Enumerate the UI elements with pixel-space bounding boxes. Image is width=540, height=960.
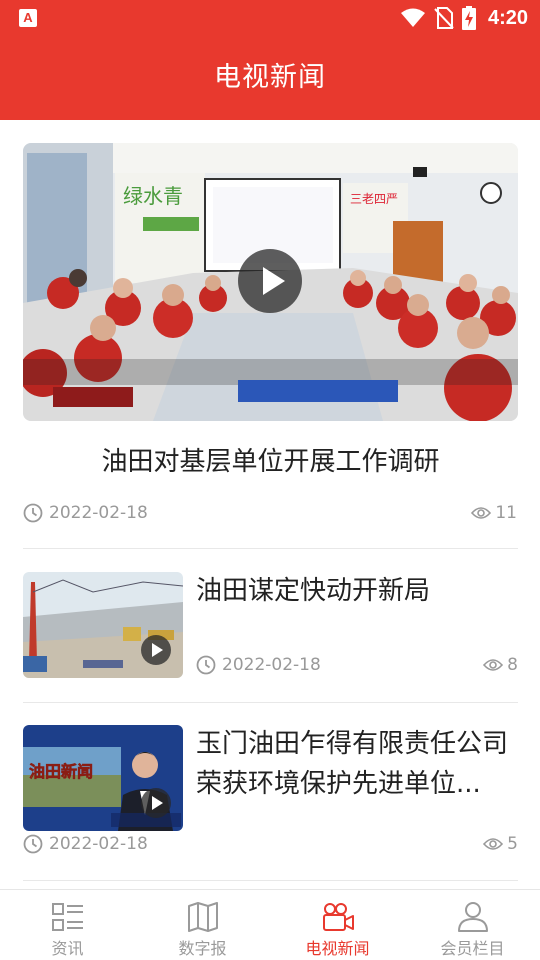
eye-icon xyxy=(483,838,504,850)
news-item-views-count: 8 xyxy=(507,655,518,675)
tab-member[interactable]: 会员栏目 xyxy=(405,890,540,960)
news-item-thumbnail[interactable]: 油田新闻 xyxy=(23,725,183,831)
eye-icon xyxy=(471,507,492,519)
news-item-title[interactable]: 玉门油田乍得有限责任公司荣获环境保护先进单位... xyxy=(196,724,518,804)
featured-views: 11 xyxy=(471,503,517,523)
divider xyxy=(23,548,518,549)
svg-text:三老四严: 三老四严 xyxy=(350,192,398,206)
news-item[interactable]: 油田谋定快动开新局 2022-02-18 8 xyxy=(23,572,518,680)
user-icon xyxy=(457,902,488,932)
news-item-views: 8 xyxy=(483,655,518,675)
tab-tv-news[interactable]: 电视新闻 xyxy=(270,890,405,960)
tab-label: 会员栏目 xyxy=(440,939,505,958)
clock: 4:20 xyxy=(487,6,528,29)
svg-text:绿水青: 绿水青 xyxy=(123,184,183,208)
clock-icon xyxy=(23,834,43,854)
list-icon xyxy=(51,903,83,931)
featured-views-count: 11 xyxy=(495,503,517,523)
news-item-thumbnail[interactable] xyxy=(23,572,183,678)
tab-label: 资讯 xyxy=(51,939,84,958)
app-bar: 电视新闻 xyxy=(0,36,540,120)
news-item-views: 5 xyxy=(483,834,518,854)
featured-date-text: 2022-02-18 xyxy=(49,503,148,523)
news-item-views-count: 5 xyxy=(507,834,518,854)
featured-date: 2022-02-18 xyxy=(23,503,148,523)
play-icon[interactable] xyxy=(141,788,171,818)
divider xyxy=(23,702,518,703)
news-item-date-text: 2022-02-18 xyxy=(49,834,148,854)
tab-digital-paper[interactable]: 数字报 xyxy=(135,890,270,960)
tab-news[interactable]: 资讯 xyxy=(0,890,135,960)
svg-text:油田新闻: 油田新闻 xyxy=(29,762,93,781)
app-notification-icon: A xyxy=(19,9,37,27)
news-list[interactable]: 绿水青 三老四严 油田对基层单位开展工作调研 2022-02-18 11 油田谋… xyxy=(0,120,540,889)
bottom-tab-bar: 资讯 数字报 电视新闻 会员栏目 xyxy=(0,889,540,960)
status-icons: 4:20 xyxy=(400,6,528,30)
clock-icon xyxy=(196,655,216,675)
play-icon[interactable] xyxy=(141,635,171,665)
meeting-room-image: 绿水青 三老四严 xyxy=(23,143,518,421)
news-item-title[interactable]: 油田谋定快动开新局 xyxy=(196,571,518,611)
clock-icon xyxy=(23,503,43,523)
news-item[interactable]: 油田新闻 玉门油田乍得有限责任公司荣获环境保护先进单位... 2022-02-1… xyxy=(23,724,518,854)
video-camera-icon xyxy=(322,903,354,931)
featured-video-thumbnail[interactable]: 绿水青 三老四严 xyxy=(23,143,518,421)
status-bar: A 4:20 xyxy=(0,0,540,36)
page-title: 电视新闻 xyxy=(214,62,326,93)
featured-news-card[interactable]: 绿水青 三老四严 油田对基层单位开展工作调研 xyxy=(23,143,518,477)
divider xyxy=(23,880,518,881)
no-sim-icon xyxy=(434,7,454,29)
eye-icon xyxy=(483,659,504,671)
news-item-date-text: 2022-02-18 xyxy=(222,655,321,675)
featured-news-title[interactable]: 油田对基层单位开展工作调研 xyxy=(23,441,518,478)
map-icon xyxy=(187,902,218,932)
wifi-icon xyxy=(400,8,425,27)
tab-label: 电视新闻 xyxy=(305,939,370,958)
news-item-date: 2022-02-18 xyxy=(23,834,148,854)
tab-label: 数字报 xyxy=(178,939,227,958)
battery-charging-icon xyxy=(461,6,476,30)
news-item-date: 2022-02-18 xyxy=(196,655,321,675)
